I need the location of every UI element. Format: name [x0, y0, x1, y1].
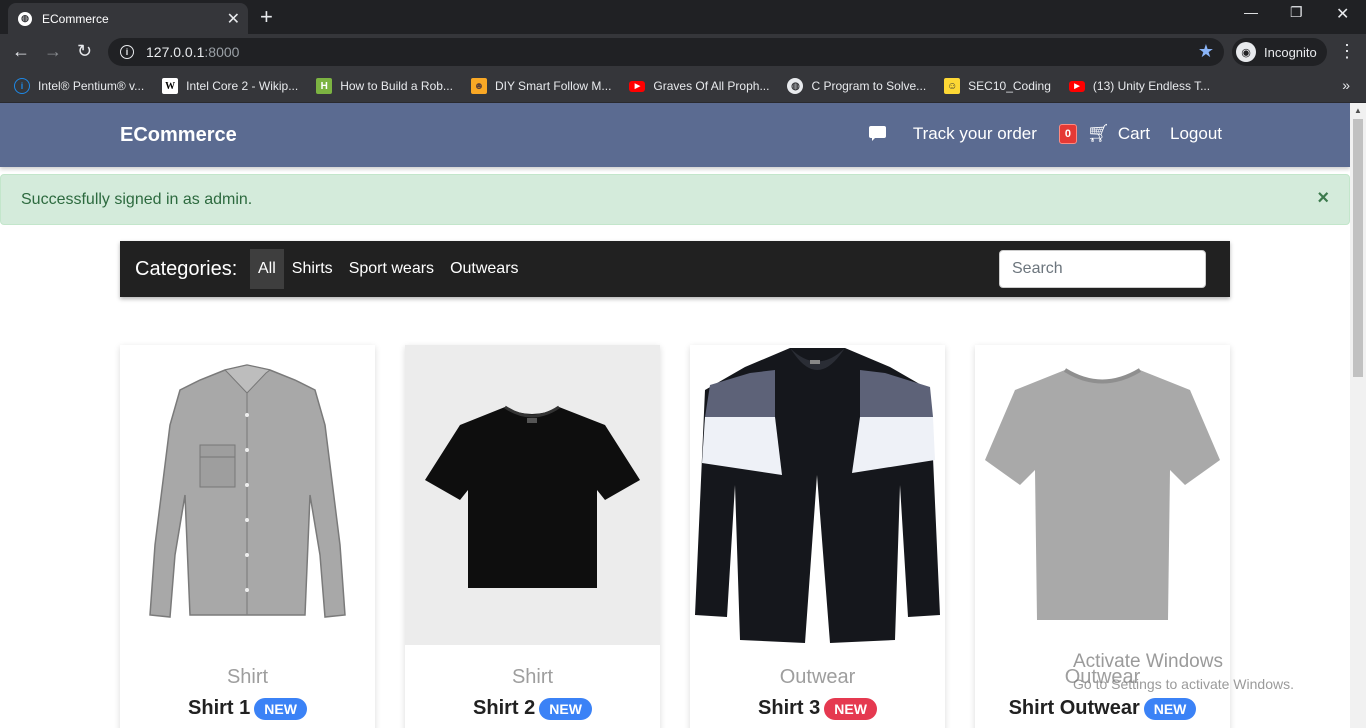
tab-title: ECommerce [42, 11, 109, 26]
product-category: Outwear [779, 666, 856, 688]
browser-chrome: ◍ ECommerce ✕ + — ❐ ✕ ← → ↻ i 127.0.0.1:… [0, 0, 1366, 103]
new-badge: NEW [1143, 697, 1197, 720]
product-image-denim-shirt[interactable] [120, 345, 375, 645]
cart-count-badge: 0 [1058, 123, 1078, 144]
new-badge: NEW [254, 697, 307, 720]
bookmarks-bar: i Intel® Pentium® v... W Intel Core 2 - Wi… [0, 70, 1366, 103]
product-category: Shirt [511, 666, 554, 688]
smiley-icon: ☺ [944, 78, 961, 94]
bookmark-item[interactable]: H How to Build a Rob... [316, 78, 453, 94]
url-port: :8000 [204, 44, 240, 60]
new-badge: NEW [539, 697, 592, 720]
intel-icon: i [14, 78, 30, 94]
close-window-icon[interactable]: ✕ [1336, 4, 1349, 24]
product-card[interactable]: Shirt Shirt 1 NEW [120, 345, 375, 728]
product-card[interactable]: Shirt Shirt 2 NEW [405, 345, 660, 728]
cart-icon[interactable]: 🛒︎ [1087, 123, 1110, 144]
youtube-icon: ▶ [1068, 80, 1085, 92]
bookmark-item[interactable]: i Intel® Pentium® v... [14, 78, 144, 94]
incognito-label: Incognito [1264, 44, 1317, 60]
navbar-links: Track your order 0 🛒︎ Cart Logout [868, 123, 1222, 144]
bookmark-item[interactable]: ◍ C Program to Solve... [787, 78, 926, 94]
product-name[interactable]: Shirt 1 NEW [120, 697, 375, 720]
product-card[interactable]: Outwear Shirt Outwear NEW [975, 345, 1230, 728]
hackster-icon: H [316, 78, 333, 94]
wikipedia-icon: W [162, 78, 179, 94]
product-card[interactable]: Outwear Shirt 3 NEW [690, 345, 945, 728]
new-tab-button[interactable]: + [260, 4, 273, 30]
categories-label: Categories: [135, 258, 238, 280]
globe-icon: ◍ [18, 11, 32, 26]
restore-icon[interactable]: ❐ [1290, 4, 1303, 21]
scrollbar-thumb[interactable] [1353, 119, 1363, 377]
product-category: Shirt [226, 666, 269, 688]
bookmark-star-icon[interactable]: ★ [1198, 41, 1214, 62]
category-bar: Categories: All Shirts Sport wears Outwe… [120, 241, 1230, 297]
new-badge: NEW [824, 697, 877, 720]
product-name[interactable]: Shirt 2 NEW [405, 697, 660, 720]
address-bar[interactable]: i 127.0.0.1:8000 ★ [108, 38, 1224, 66]
logout-link[interactable]: Logout [1170, 124, 1222, 144]
close-icon[interactable]: × [1317, 187, 1329, 210]
incognito-icon: ◉ [1236, 42, 1256, 62]
product-name[interactable]: Shirt 3 NEW [690, 697, 945, 720]
category-sport-wears[interactable]: Sport wears [341, 249, 442, 289]
forward-icon[interactable]: → [44, 41, 62, 62]
scroll-up-icon[interactable]: ▲ [1354, 106, 1362, 115]
success-alert: Successfully signed in as admin. × [0, 174, 1350, 225]
back-icon[interactable]: ← [12, 41, 30, 62]
browser-toolbar: ← → ↻ i 127.0.0.1:8000 ★ ◉ Incognito ⋮ [0, 34, 1366, 70]
close-tab-icon[interactable]: ✕ [227, 9, 240, 29]
bookmark-item[interactable]: ▶ Graves Of All Proph... [629, 79, 769, 93]
bookmark-item[interactable]: W Intel Core 2 - Wikip... [162, 78, 298, 94]
bookmark-item[interactable]: ☺ SEC10_Coding [944, 78, 1051, 94]
browser-menu-icon[interactable]: ⋮ [1338, 41, 1356, 62]
minimize-icon[interactable]: — [1244, 4, 1258, 20]
site-brand[interactable]: ECommerce [120, 124, 237, 147]
globe-icon: ◍ [787, 78, 804, 94]
url-host: 127.0.0.1 [146, 44, 205, 60]
product-name[interactable]: Shirt Outwear NEW [975, 697, 1230, 720]
browser-tab[interactable]: ◍ ECommerce ✕ [8, 3, 248, 34]
category-shirts[interactable]: Shirts [284, 249, 341, 289]
product-image-cardigan[interactable] [690, 345, 945, 645]
alert-message: Successfully signed in as admin. [21, 191, 253, 208]
product-image-black-tshirt[interactable] [405, 345, 660, 645]
incognito-indicator[interactable]: ◉ Incognito [1232, 38, 1327, 66]
category-all[interactable]: All [250, 249, 284, 289]
track-order-link[interactable]: Track your order [913, 124, 1037, 144]
bookmarks-overflow-icon[interactable]: » [1342, 77, 1350, 93]
category-tabs: All Shirts Sport wears Outwears [250, 249, 527, 289]
site-navbar: ECommerce Track your order 0 🛒︎ Cart Log… [0, 103, 1350, 167]
bookmark-item[interactable]: ▶ (13) Unity Endless T... [1068, 79, 1210, 93]
instructables-icon: ☻ [470, 78, 487, 94]
search-input[interactable] [999, 250, 1206, 288]
bookmark-item[interactable]: ☻ DIY Smart Follow M... [470, 78, 611, 94]
youtube-icon: ▶ [629, 80, 646, 92]
cart-link[interactable]: Cart [1118, 124, 1150, 144]
category-outwears[interactable]: Outwears [442, 249, 526, 289]
chat-icon[interactable] [868, 125, 887, 142]
page-scrollbar[interactable]: ▲ [1350, 103, 1366, 728]
reload-icon[interactable]: ↻ [77, 41, 92, 62]
page-content: ECommerce Track your order 0 🛒︎ Cart Log… [0, 103, 1350, 728]
product-category: Outwear [1064, 666, 1141, 688]
info-icon[interactable]: i [120, 45, 134, 59]
product-image-grey-tshirt[interactable] [975, 345, 1230, 645]
